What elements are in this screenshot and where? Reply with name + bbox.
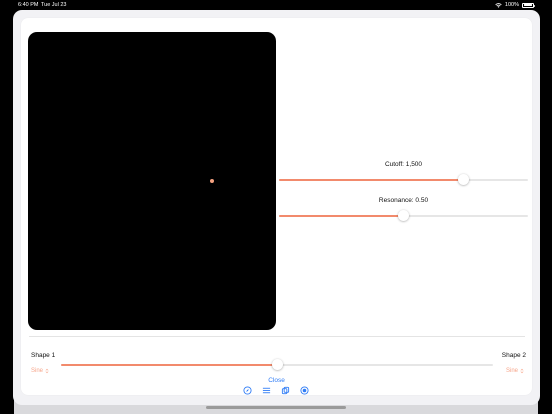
- divider: [29, 336, 525, 337]
- resonance-slider[interactable]: [279, 210, 528, 221]
- home-indicator: [206, 406, 346, 409]
- shape1-value: Sine: [31, 368, 44, 374]
- bottom-toolbar: [0, 386, 552, 398]
- copy-icon[interactable]: [281, 386, 290, 395]
- xy-pad-position-dot[interactable]: [210, 179, 214, 183]
- record-icon[interactable]: [300, 386, 309, 395]
- xy-pad[interactable]: [28, 32, 276, 330]
- shape-morph-slider[interactable]: [61, 359, 493, 370]
- resonance-label: Resonance: 0.50: [378, 197, 429, 204]
- status-right: 100%: [495, 2, 535, 8]
- status-date: Tue Jul 23: [41, 2, 67, 8]
- status-time: 6:40 PM: [18, 2, 39, 8]
- shape2-picker[interactable]: Sine: [506, 368, 524, 374]
- cutoff-label: Cutoff: 1,500: [384, 161, 423, 168]
- resonance-slider-thumb[interactable]: [398, 210, 409, 221]
- shape1-picker[interactable]: Sine: [31, 368, 49, 374]
- cutoff-slider-thumb[interactable]: [457, 174, 469, 185]
- cutoff-slider-fill: [279, 179, 464, 181]
- cutoff-slider[interactable]: [279, 174, 528, 185]
- chevron-up-down-icon: [45, 368, 49, 374]
- shape-morph-slider-fill: [61, 364, 277, 366]
- battery-icon: [522, 2, 535, 8]
- battery-percent: 100%: [504, 2, 519, 8]
- close-button[interactable]: Close: [13, 377, 540, 384]
- resonance-slider-fill: [279, 215, 404, 217]
- sliders-icon[interactable]: [262, 386, 271, 395]
- synth-panel: Cutoff: 1,500 Resonance: 0.50 Shape 1 Sh…: [21, 18, 532, 395]
- shape2-value: Sine: [505, 368, 518, 374]
- shape1-title: Shape 1: [31, 352, 56, 359]
- chevron-up-down-icon: [520, 368, 524, 374]
- screen: 6:40 PM Tue Jul 23 100% Cutoff: 1,500 Re…: [0, 0, 552, 414]
- shape2-title: Shape 2: [501, 352, 526, 359]
- wifi-icon: [495, 2, 502, 8]
- modal-sheet: Cutoff: 1,500 Resonance: 0.50 Shape 1 Sh…: [13, 10, 540, 405]
- shape-morph-slider-thumb[interactable]: [271, 359, 283, 370]
- compass-icon[interactable]: [243, 386, 252, 395]
